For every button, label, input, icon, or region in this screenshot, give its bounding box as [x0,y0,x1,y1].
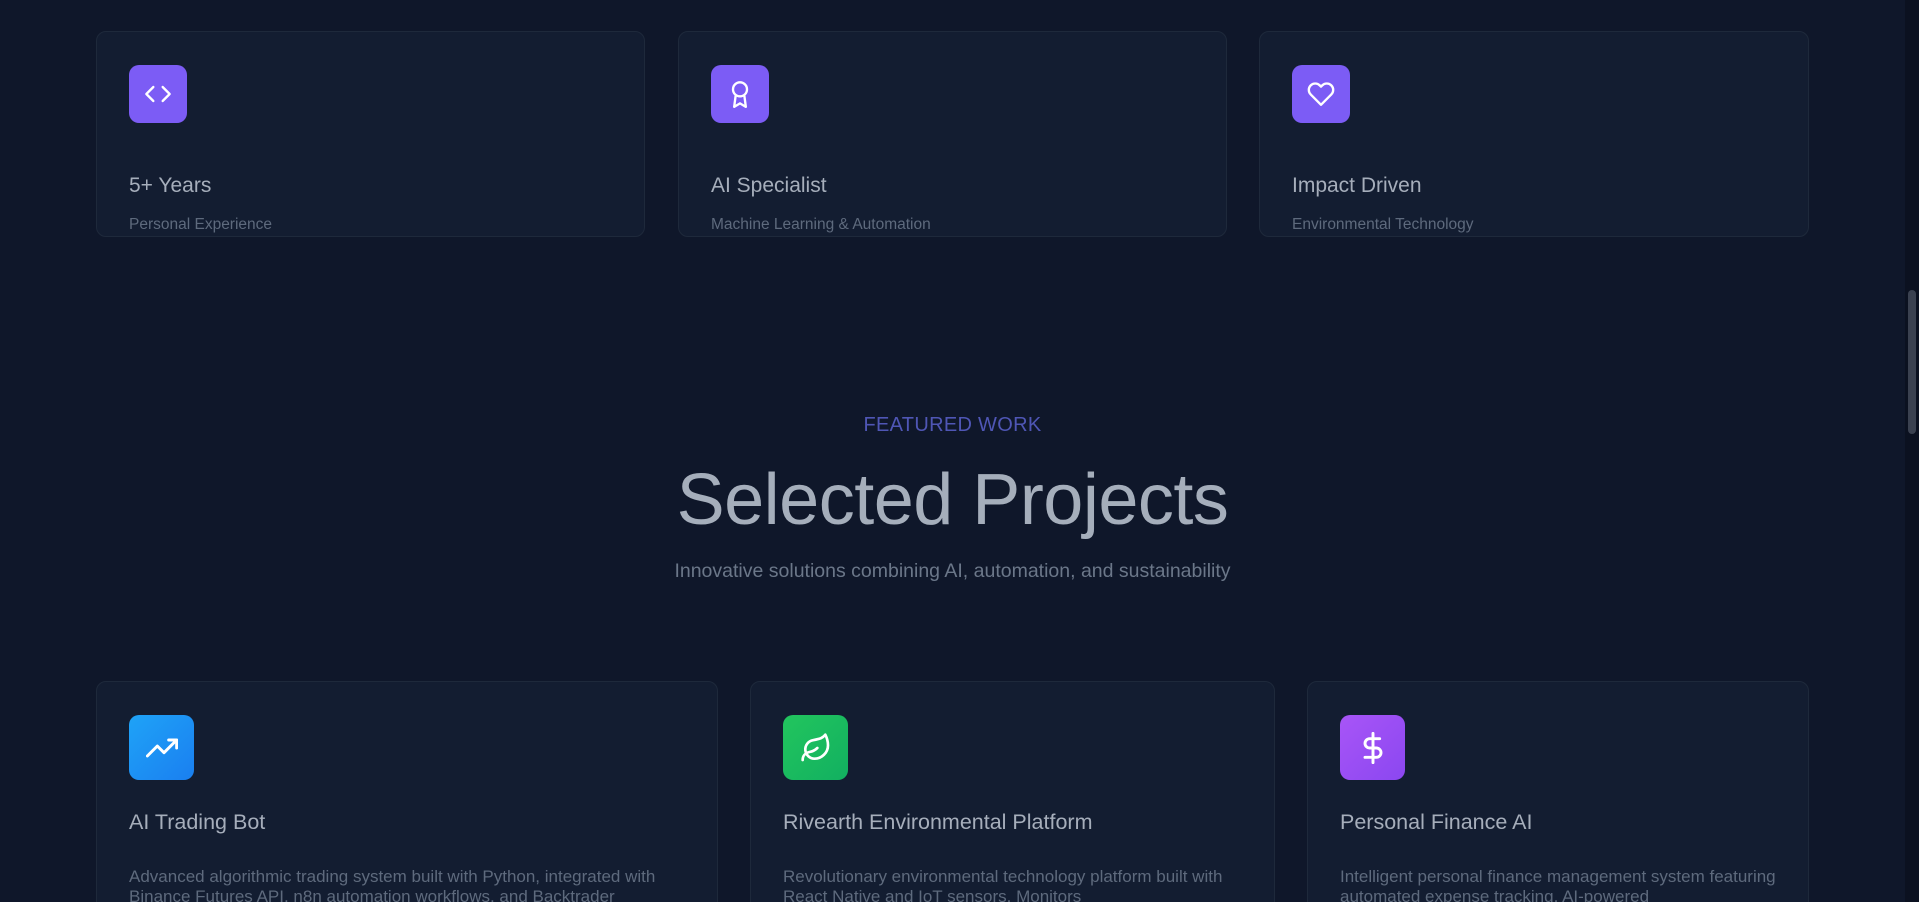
trending-up-icon [129,715,194,780]
scrollbar-thumb[interactable] [1908,290,1916,434]
stat-subtitle: Machine Learning & Automation [711,216,931,233]
section-subtitle: Innovative solutions combining AI, autom… [674,560,1231,582]
project-title: Personal Finance AI [1340,810,1533,834]
project-title: Rivearth Environmental Platform [783,810,1093,834]
stat-subtitle: Environmental Technology [1292,216,1474,233]
section-title: Selected Projects [676,460,1229,540]
stat-title: AI Specialist [711,174,827,197]
leaf-icon [783,715,848,780]
project-description: Advanced algorithmic trading system buil… [129,867,656,902]
project-card-personal-finance-ai[interactable]: Personal Finance AI Intelligent personal… [1307,681,1809,902]
stat-title: 5+ Years [129,174,212,197]
stat-subtitle: Personal Experience [129,216,273,233]
scrollbar-track[interactable] [1905,0,1919,902]
section-kicker: FEATURED WORK [863,414,1042,436]
project-description: Revolutionary environmental technology p… [783,867,1223,902]
heart-icon [1292,65,1350,123]
code-icon [129,65,187,123]
dollar-icon [1340,715,1405,780]
stat-title: Impact Driven [1292,174,1422,197]
project-card-ai-trading-bot[interactable]: AI Trading Bot Advanced algorithmic trad… [96,681,718,902]
award-icon [711,65,769,123]
stat-card-ai-specialist: AI Specialist Machine Learning & Automat… [678,31,1227,237]
stat-card-impact: Impact Driven Environmental Technology [1259,31,1809,237]
project-card-rivearth[interactable]: Rivearth Environmental Platform Revoluti… [750,681,1275,902]
project-description: Intelligent personal finance management … [1340,867,1776,902]
page: 5+ Years Personal Experience AI Speciali… [0,0,1919,902]
stat-card-experience: 5+ Years Personal Experience [96,31,645,237]
project-title: AI Trading Bot [129,810,266,834]
